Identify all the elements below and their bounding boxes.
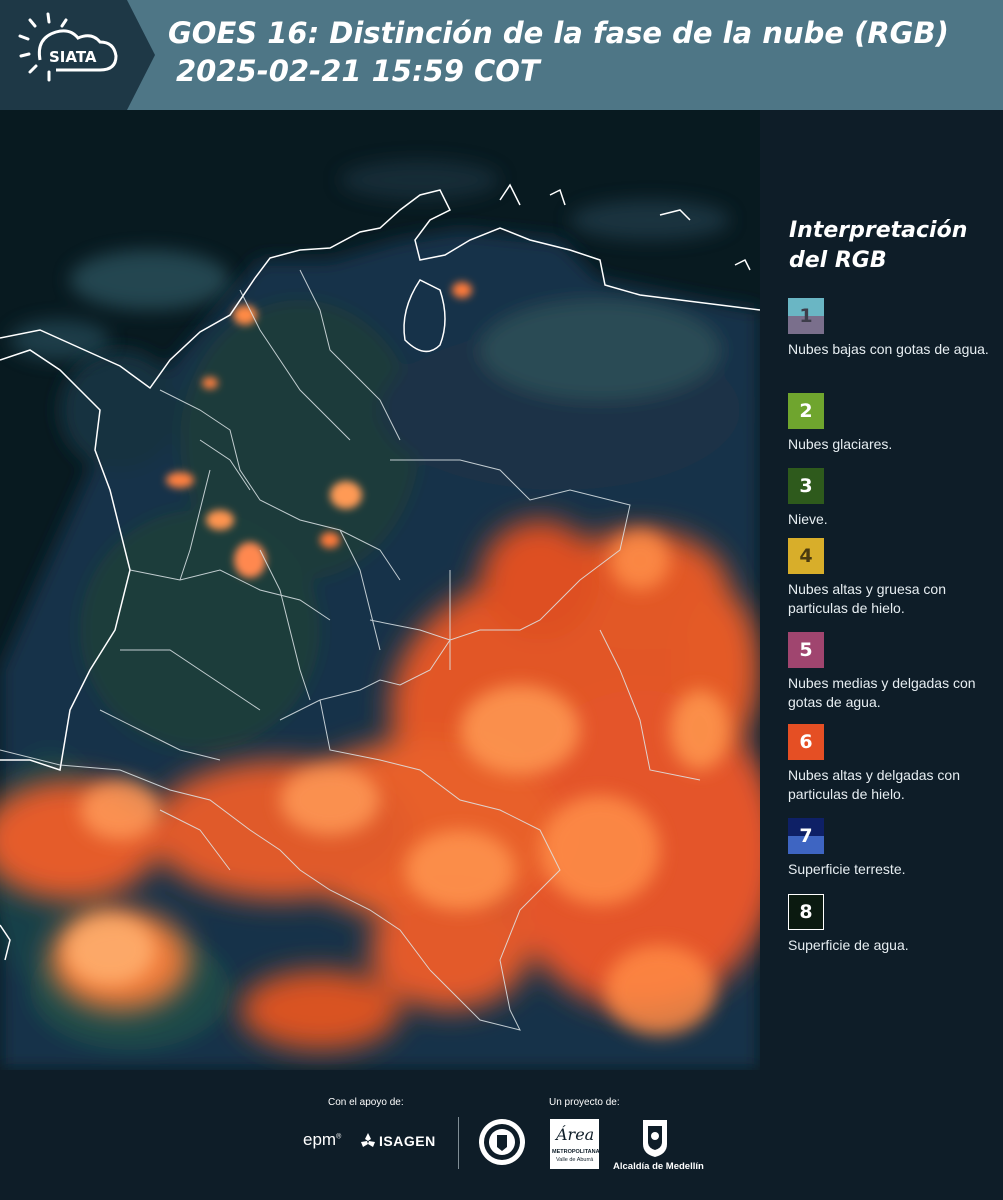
legend-item-8: 8 Superficie de agua. <box>788 894 1003 955</box>
area-metropolitana-logo: Área METROPOLITANA Valle de Aburrá <box>550 1119 600 1169</box>
legend-label-6: Nubes altas y delgadas con particulas de… <box>788 767 960 802</box>
legend-label-7: Superficie terreste. <box>788 861 906 877</box>
legend-item-2: 2 Nubes glaciares. <box>788 393 1003 454</box>
legend-swatch-1: 1 <box>788 298 824 334</box>
title-line2: 2025-02-21 15:59 COT <box>176 54 540 88</box>
page-title: GOES 16: Distinción de la fase de la nub… <box>168 14 949 90</box>
alcaldia-label: Alcaldía de Medellín <box>613 1161 704 1172</box>
title-line1: GOES 16: Distinción de la fase de la nub… <box>168 16 949 50</box>
legend-swatch-4: 4 <box>788 538 824 574</box>
alcaldia-shield-icon <box>640 1118 670 1162</box>
support-label: Con el apoyo de: <box>328 1097 404 1108</box>
legend-swatch-8: 8 <box>788 894 824 930</box>
legend-label-3: Nieve. <box>788 511 828 527</box>
seal-logo <box>477 1117 527 1171</box>
legend-label-2: Nubes glaciares. <box>788 436 893 452</box>
legend-title: Interpretación del RGB <box>789 218 968 273</box>
legend-swatch-3: 3 <box>788 468 824 504</box>
legend-item-7: 7 Superficie terreste. <box>788 818 1003 879</box>
legend-swatch-2: 2 <box>788 393 824 429</box>
legend-swatch-5: 5 <box>788 632 824 668</box>
legend-swatch-7: 7 <box>788 818 824 854</box>
isagen-icon <box>361 1133 375 1147</box>
satellite-map <box>0 110 760 1070</box>
epm-logo: epm® <box>303 1130 342 1149</box>
legend-label-8: Superficie de agua. <box>788 937 909 953</box>
siata-logo: SIATA <box>0 0 155 110</box>
project-label: Un proyecto de: <box>549 1097 620 1108</box>
legend-panel: Interpretación del RGB 1 Nubes bajas con… <box>760 110 1003 1070</box>
logo-text: SIATA <box>49 48 97 66</box>
legend-label-4: Nubes altas y gruesa con particulas de h… <box>788 581 946 616</box>
legend-label-5: Nubes medias y delgadas con gotas de agu… <box>788 675 976 710</box>
header-bar: SIATA GOES 16: Distinción de la fase de … <box>0 0 1003 110</box>
legend-item-5: 5 Nubes medias y delgadas con gotas de a… <box>788 632 1003 712</box>
legend-label-1: Nubes bajas con gotas de agua. <box>788 341 989 357</box>
footer-divider <box>458 1117 459 1169</box>
legend-swatch-6: 6 <box>788 724 824 760</box>
footer: Con el apoyo de: Un proyecto de: epm® IS… <box>0 1070 1003 1200</box>
legend-item-6: 6 Nubes altas y delgadas con particulas … <box>788 724 1003 804</box>
legend-item-3: 3 Nieve. <box>788 468 1003 529</box>
legend-item-4: 4 Nubes altas y gruesa con particulas de… <box>788 538 1003 618</box>
legend-item-1: 1 Nubes bajas con gotas de agua. <box>788 298 1003 359</box>
isagen-logo: ISAGEN <box>359 1132 435 1154</box>
